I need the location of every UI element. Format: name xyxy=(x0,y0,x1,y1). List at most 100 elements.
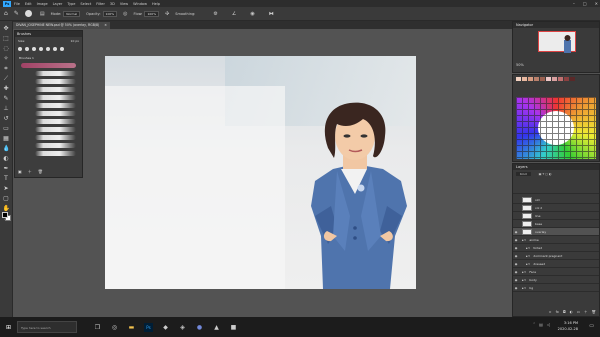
app-icon[interactable]: ◆ xyxy=(161,323,170,332)
brush-stroke-preview[interactable] xyxy=(35,71,76,76)
eye-icon[interactable]: ◉ xyxy=(513,278,519,282)
pressure-size-icon[interactable]: ◉ xyxy=(250,11,254,17)
filter-icons[interactable]: ▣ T ▢ ◐ xyxy=(539,172,552,176)
layer-group-row[interactable]: ◉ ▸▭ body xyxy=(513,276,599,284)
swatch[interactable] xyxy=(570,77,575,81)
brush-size-value[interactable]: 10 px xyxy=(71,39,79,43)
eye-icon[interactable]: ◉ xyxy=(513,286,519,290)
eyedropper-tool-icon[interactable]: ⟋ xyxy=(3,75,10,82)
layer-row[interactable]: old xyxy=(513,196,599,204)
network-icon[interactable]: ▤ xyxy=(539,322,543,327)
menu-type[interactable]: Type xyxy=(67,2,75,6)
brush-tip[interactable] xyxy=(60,47,64,51)
brush-stroke-preview[interactable] xyxy=(21,63,76,68)
brush-tool-icon[interactable]: ✎ xyxy=(14,10,19,17)
healing-tool-icon[interactable]: ✚ xyxy=(3,85,10,92)
hand-tool-icon[interactable]: ✋ xyxy=(3,205,10,212)
brush-tip[interactable] xyxy=(32,47,36,51)
mask-icon[interactable]: ◘ xyxy=(563,310,566,315)
navigator-zoom[interactable]: 50% xyxy=(516,63,524,67)
foreground-color-swatch[interactable] xyxy=(2,212,8,218)
photoshop-taskbar-icon[interactable]: Ps xyxy=(144,322,153,332)
menu-edit[interactable]: Edit xyxy=(25,2,32,6)
new-group-icon[interactable]: ▭ xyxy=(577,310,580,315)
navigator-title[interactable]: Navigator xyxy=(513,22,599,28)
menu-window[interactable]: Window xyxy=(133,2,147,6)
notifications-icon[interactable]: ▭ xyxy=(589,323,594,329)
taskbar-clock[interactable]: 3:16 PM 2020-02-28 xyxy=(558,320,578,332)
brush-tip[interactable] xyxy=(18,47,22,51)
angle-icon[interactable]: ∠ xyxy=(232,11,236,17)
menu-layer[interactable]: Layer xyxy=(53,2,63,6)
trash-icon[interactable]: 🗑 xyxy=(592,310,596,315)
brush-stroke-preview[interactable] xyxy=(35,79,76,84)
close-tab-icon[interactable]: × xyxy=(104,22,107,29)
layer-row[interactable]: col 2 xyxy=(513,204,599,212)
menu-image[interactable]: Image xyxy=(37,2,48,6)
brush-tip[interactable] xyxy=(53,47,57,51)
move-tool-icon[interactable]: ✥ xyxy=(3,25,10,32)
opacity-field[interactable]: 100% xyxy=(102,10,118,17)
brush-stroke-preview[interactable] xyxy=(35,135,76,140)
history-brush-icon[interactable]: ↺ xyxy=(3,115,10,122)
volume-icon[interactable]: ◁ xyxy=(547,322,550,327)
dodge-tool-icon[interactable]: ◐ xyxy=(3,155,10,162)
swatch[interactable] xyxy=(540,77,545,81)
brush-stroke-preview[interactable] xyxy=(35,151,76,156)
layer-group-row[interactable]: ◉ ▸▭ tinted xyxy=(513,244,599,252)
brush-tool-icon[interactable]: ✎ xyxy=(3,95,10,102)
layer-group-row[interactable]: ◉ ▸▭ dominant pregnant xyxy=(513,252,599,260)
document-tab[interactable]: DIVAN_JOSEPHINE NEW.psd @ 50% (overlay, … xyxy=(13,22,110,29)
swatch[interactable] xyxy=(522,77,527,81)
navigator-preview[interactable] xyxy=(538,31,576,53)
steam-icon[interactable]: ◈ xyxy=(178,323,187,332)
crop-tool-icon[interactable]: ⌗ xyxy=(3,65,10,72)
chrome-icon[interactable]: ◎ xyxy=(110,323,119,332)
eye-icon[interactable]: ◉ xyxy=(513,262,519,266)
brush-stroke-preview[interactable] xyxy=(35,111,76,116)
swatch[interactable] xyxy=(546,77,551,81)
brush-preset-picker[interactable] xyxy=(24,10,32,17)
swatch[interactable] xyxy=(528,77,533,81)
home-icon[interactable]: ⌂ xyxy=(4,10,8,17)
close-icon[interactable]: ✕ xyxy=(595,1,598,6)
layer-group-row[interactable]: ◉ ▸▭ Face xyxy=(513,268,599,276)
folder-icon[interactable]: ▬ xyxy=(127,323,136,332)
airbrush-icon[interactable]: ✣ xyxy=(165,11,169,17)
layer-row-selected[interactable]: ◉ overlay xyxy=(513,228,599,236)
brush-group-label[interactable]: Brushes 1 xyxy=(19,56,78,60)
type-tool-icon[interactable]: T xyxy=(3,175,10,182)
menu-select[interactable]: Select xyxy=(80,2,91,6)
taskbar-search[interactable]: Type here to search xyxy=(17,321,77,333)
path-select-icon[interactable]: ➤ xyxy=(3,185,10,192)
app-icon-2[interactable]: ▲ xyxy=(212,323,221,332)
layer-group-row[interactable]: ◉ ▸▭ dressed xyxy=(513,260,599,268)
swatch[interactable] xyxy=(516,77,521,81)
swatch[interactable] xyxy=(552,77,557,81)
layer-row[interactable]: base xyxy=(513,220,599,228)
fx-icon[interactable]: fx xyxy=(556,310,559,315)
new-brush-group-icon[interactable]: ▣ xyxy=(18,169,22,175)
eye-icon[interactable]: ◉ xyxy=(513,230,519,234)
shape-tool-icon[interactable]: ▢ xyxy=(3,195,10,202)
link-layers-icon[interactable]: ∞ xyxy=(549,310,552,315)
brush-tip[interactable] xyxy=(39,47,43,51)
layer-kind-filter[interactable]: Kind xyxy=(516,172,531,176)
brush-stroke-preview[interactable] xyxy=(35,119,76,124)
brush-stroke-preview[interactable] xyxy=(35,87,76,92)
brush-tip[interactable] xyxy=(46,47,50,51)
quick-select-tool-icon[interactable]: ✧ xyxy=(3,55,10,62)
pressure-opacity-icon[interactable]: ◎ xyxy=(123,11,127,17)
menu-view[interactable]: View xyxy=(120,2,128,6)
gradient-tool-icon[interactable]: ▦ xyxy=(3,135,10,142)
new-layer-icon[interactable]: ＋ xyxy=(584,310,588,315)
new-brush-icon[interactable]: ＋ xyxy=(28,169,32,175)
minimize-icon[interactable]: – xyxy=(573,1,575,6)
eraser-tool-icon[interactable]: ▭ xyxy=(3,125,10,132)
brush-stroke-preview[interactable] xyxy=(35,95,76,100)
windows-start-icon[interactable]: ⊞ xyxy=(4,323,13,332)
document-canvas[interactable] xyxy=(105,56,416,289)
stamp-tool-icon[interactable]: ⊥ xyxy=(3,105,10,112)
layer-group-row[interactable]: ◉ ▸▭ bg xyxy=(513,284,599,292)
menu-3d[interactable]: 3D xyxy=(110,2,115,6)
